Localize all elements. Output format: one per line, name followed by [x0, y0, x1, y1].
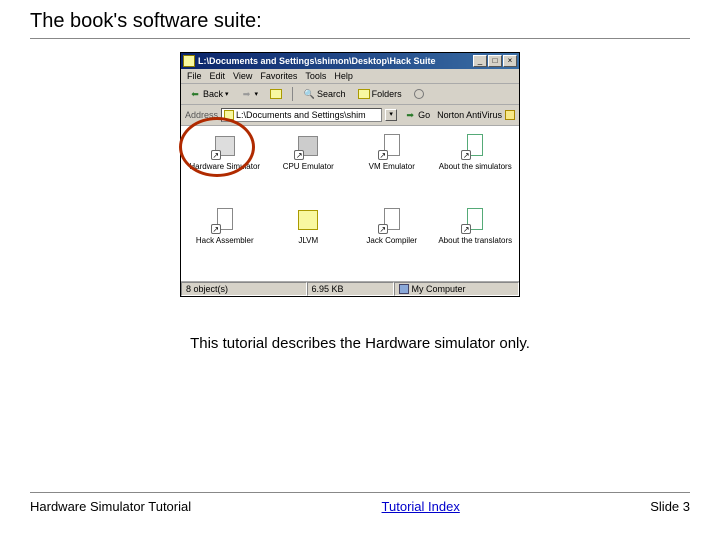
footer-left: Hardware Simulator Tutorial — [30, 499, 191, 514]
footer-right: Slide 3 — [650, 499, 690, 514]
history-icon — [414, 89, 424, 99]
history-button[interactable] — [410, 87, 428, 101]
menu-help[interactable]: Help — [334, 71, 353, 81]
menu-tools[interactable]: Tools — [305, 71, 326, 81]
slide-footer: Hardware Simulator Tutorial Tutorial Ind… — [30, 492, 690, 514]
tutorial-index-link[interactable]: Tutorial Index — [382, 499, 460, 514]
item-hack-assembler[interactable]: ↗ Hack Assembler — [183, 206, 267, 280]
toolbar-sep — [292, 87, 293, 101]
folders-button[interactable]: Folders — [354, 87, 406, 101]
minimize-button[interactable]: _ — [473, 55, 487, 67]
address-input[interactable]: L:\Documents and Settings\shim — [221, 108, 382, 122]
norton-icon — [505, 110, 515, 120]
item-label: CPU Emulator — [283, 162, 334, 171]
footer-divider — [30, 492, 690, 493]
highlight-circle — [179, 117, 255, 177]
menu-view[interactable]: View — [233, 71, 252, 81]
window-title: L:\Documents and Settings\shimon\Desktop… — [198, 56, 473, 66]
up-folder-icon — [270, 89, 282, 99]
status-objects: 8 object(s) — [181, 282, 307, 296]
item-label: JLVM — [298, 236, 318, 245]
menu-bar: File Edit View Favorites Tools Help — [181, 69, 519, 84]
up-button[interactable] — [266, 87, 286, 101]
status-size: 6.95 KB — [307, 282, 394, 296]
folders-icon — [358, 89, 370, 99]
menu-file[interactable]: File — [187, 71, 202, 81]
item-label: About the translators — [438, 236, 512, 245]
window-titlebar: L:\Documents and Settings\shimon\Desktop… — [181, 53, 519, 69]
title-divider — [30, 38, 690, 39]
computer-icon — [399, 284, 409, 294]
status-bar: 8 object(s) 6.95 KB My Computer — [181, 281, 519, 296]
address-dropdown[interactable]: ▾ — [385, 109, 397, 121]
item-about-translators[interactable]: ↗ About the translators — [434, 206, 518, 280]
menu-edit[interactable]: Edit — [210, 71, 226, 81]
slide-title: The book's software suite: — [30, 10, 262, 33]
window-buttons: _ □ × — [473, 55, 517, 67]
item-label: Jack Compiler — [366, 236, 417, 245]
forward-button[interactable]: ➡ ▾ — [237, 86, 263, 102]
item-jack-compiler[interactable]: ↗ Jack Compiler — [350, 206, 434, 280]
slide-caption: This tutorial describes the Hardware sim… — [0, 335, 720, 352]
folder-icon — [183, 55, 195, 67]
back-button[interactable]: ⬅ Back ▾ — [185, 86, 233, 102]
item-cpu-emulator[interactable]: ↗ CPU Emulator — [267, 132, 351, 206]
toolbar: ⬅ Back ▾ ➡ ▾ 🔍 Search Folders — [181, 84, 519, 105]
close-button[interactable]: × — [503, 55, 517, 67]
item-jlvm[interactable]: JLVM — [267, 206, 351, 280]
forward-arrow-icon: ➡ — [241, 88, 253, 100]
search-button[interactable]: 🔍 Search — [299, 86, 350, 102]
item-about-simulators[interactable]: ↗ About the simulators — [434, 132, 518, 206]
go-button[interactable]: ➡ Go — [400, 107, 434, 123]
item-label: VM Emulator — [369, 162, 415, 171]
item-label: About the simulators — [439, 162, 512, 171]
item-label: Hack Assembler — [196, 236, 254, 245]
back-arrow-icon: ⬅ — [189, 88, 201, 100]
go-icon: ➡ — [404, 109, 416, 121]
menu-favorites[interactable]: Favorites — [260, 71, 297, 81]
item-vm-emulator[interactable]: ↗ VM Emulator — [350, 132, 434, 206]
maximize-button[interactable]: □ — [488, 55, 502, 67]
norton-label: Norton AntiVirus — [437, 110, 502, 120]
status-location: My Computer — [394, 282, 520, 296]
search-icon: 🔍 — [303, 88, 315, 100]
